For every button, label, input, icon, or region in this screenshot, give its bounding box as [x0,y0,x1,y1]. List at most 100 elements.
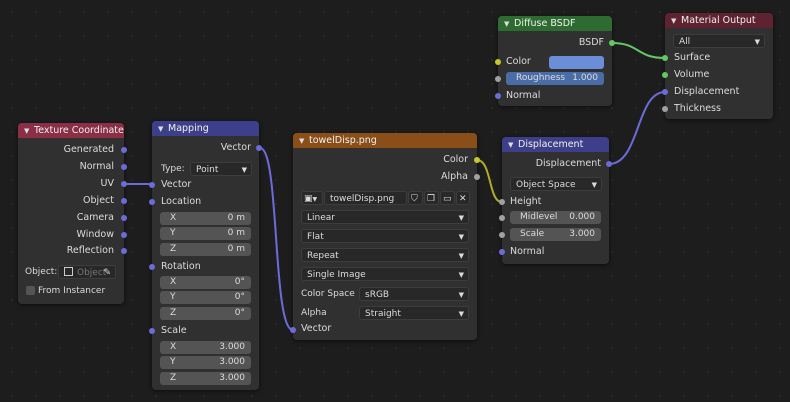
texture-coordinate-header[interactable]: ▼ Texture Coordinate [18,123,124,138]
socket-input-scale[interactable] [499,232,505,238]
output-normal: Normal [79,161,114,172]
collapse-chevron-icon[interactable]: ▼ [504,17,514,32]
node-title: towelDisp.png [309,135,377,146]
type-dropdown[interactable]: Point ▼ [190,162,252,176]
eyedropper-icon[interactable]: ✎ [103,266,111,280]
socket-normal[interactable] [121,164,127,170]
location-y-field[interactable]: Y 0 m [160,227,251,240]
field-value: 0 m [227,244,245,254]
material-output-node[interactable]: ▼ Material Output All ▼ Surface Volume Dis… [662,13,773,119]
from-instancer-label: From Instancer [38,286,106,296]
location-label: Location [161,196,202,207]
socket-output-color[interactable] [474,157,480,163]
collapse-chevron-icon[interactable]: ▼ [24,124,34,139]
unlink-image-button[interactable]: ✕ [456,191,470,205]
output-window: Window [76,229,114,240]
scale-z-field[interactable]: Z 3.000 [160,372,251,385]
alpha-dropdown[interactable]: Straight ▼ [359,306,469,320]
fake-user-button[interactable]: ⛉ [408,191,423,205]
socket-input-vector[interactable] [290,327,296,333]
socket-input-midlevel[interactable] [499,215,505,221]
socket-input-height[interactable] [499,199,505,205]
image-texture-node[interactable]: ▼ towelDisp.png Color Alpha ▣▼ towelDisp.… [290,133,480,340]
socket-output-alpha[interactable] [474,174,480,180]
location-z-field[interactable]: Z 0 m [160,243,251,256]
socket-input-normal[interactable] [495,93,501,99]
socket-scale[interactable] [149,328,155,334]
color-space-dropdown[interactable]: sRGB ▼ [359,287,469,301]
socket-generated[interactable] [121,147,127,153]
diffuse-bsdf-header[interactable]: ▼ Diffuse BSDF [498,16,612,31]
scale-y-field[interactable]: Y 3.000 [160,356,251,369]
input-displacement-label: Displacement [674,86,740,97]
socket-reflection[interactable] [121,248,127,254]
interpolation-dropdown[interactable]: Linear ▼ [301,210,469,224]
socket-input-roughness[interactable] [495,76,501,82]
space-dropdown[interactable]: Object Space ▼ [510,177,602,191]
socket-input-vector[interactable] [149,182,155,188]
field-value: 0 m [227,228,245,238]
projection-dropdown[interactable]: Flat ▼ [301,229,469,243]
rotation-label: Rotation [161,261,201,272]
from-instancer-checkbox[interactable] [26,286,35,295]
output-alpha: Alpha [440,171,468,182]
image-texture-header[interactable]: ▼ towelDisp.png [293,133,477,148]
mapping-node[interactable]: ▼ Mapping Vector Type: Point ▼ Vector Loca… [149,121,262,390]
color-swatch[interactable] [549,56,604,69]
rotation-x-field[interactable]: X 0° [160,276,251,289]
node-title: Displacement [518,139,584,150]
socket-input-surface[interactable] [662,55,668,61]
socket-output-displacement[interactable] [606,161,612,167]
mapping-header[interactable]: ▼ Mapping [152,121,259,136]
image-browse-button[interactable]: ▣▼ [301,191,323,205]
open-image-button[interactable]: ▭ [440,191,455,205]
scale-field[interactable]: Scale 3.000 [510,228,601,241]
location-x-field[interactable]: X 0 m [160,212,251,225]
displacement-node[interactable]: ▼ Displacement Displacement Object Space ▼… [499,137,612,264]
target-value: All [679,37,691,47]
duplicate-icon: ❐ [427,194,436,204]
socket-input-normal[interactable] [499,249,505,255]
rotation-z-field[interactable]: Z 0° [160,307,251,320]
socket-uv[interactable] [121,181,127,187]
extension-dropdown[interactable]: Repeat ▼ [301,248,469,262]
target-dropdown[interactable]: All ▼ [673,34,765,48]
socket-input-color[interactable] [495,59,501,65]
axis-label: Y [170,292,176,302]
chevron-down-icon: ▼ [458,291,464,299]
collapse-chevron-icon[interactable]: ▼ [299,134,309,149]
socket-input-thickness[interactable] [662,106,668,112]
collapse-chevron-icon[interactable]: ▼ [671,14,681,29]
socket-location[interactable] [149,199,155,205]
collapse-chevron-icon[interactable]: ▼ [158,122,168,137]
socket-window[interactable] [121,232,127,238]
midlevel-field[interactable]: Midlevel 0.000 [510,211,601,224]
diffuse-bsdf-node[interactable]: ▼ Diffuse BSDF BSDF Color Roughness 1.000 … [495,16,615,106]
material-output-header[interactable]: ▼ Material Output [665,13,773,28]
socket-output-vector[interactable] [256,145,262,151]
scale-x-field[interactable]: X 3.000 [160,341,251,354]
source-value: Single Image [307,270,366,280]
interpolation-value: Linear [307,213,335,223]
image-name-field[interactable]: towelDisp.png [324,191,407,205]
socket-input-volume[interactable] [662,72,668,78]
socket-object[interactable] [121,198,127,204]
socket-input-displacement[interactable] [662,89,668,95]
rotation-y-field[interactable]: Y 0° [160,291,251,304]
socket-output-bsdf[interactable] [609,40,615,46]
object-field[interactable]: Object ✎ [58,265,116,279]
node-title: Material Output [681,15,756,26]
axis-label: X [170,342,177,352]
object-label: Object: [25,267,58,277]
collapse-chevron-icon[interactable]: ▼ [508,138,518,153]
input-volume-label: Volume [674,69,710,80]
type-value: Point [196,165,219,175]
duplicate-image-button[interactable]: ❐ [424,191,439,205]
chevron-down-icon: ▼ [458,233,464,241]
socket-camera[interactable] [121,215,127,221]
socket-rotation[interactable] [149,264,155,270]
texture-coordinate-node[interactable]: ▼ Texture Coordinate Generated Normal UV … [18,123,127,304]
source-dropdown[interactable]: Single Image ▼ [301,267,469,281]
displacement-header[interactable]: ▼ Displacement [502,137,609,152]
roughness-field[interactable]: Roughness 1.000 [506,72,604,85]
